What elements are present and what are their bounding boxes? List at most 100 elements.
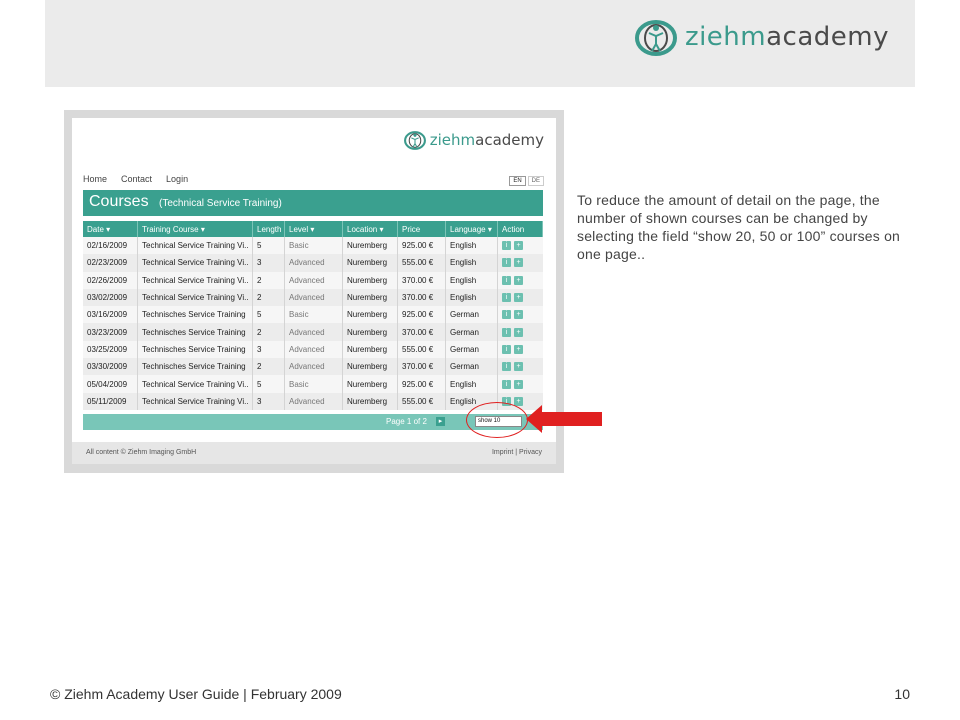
info-icon[interactable]: i xyxy=(502,275,511,285)
register-icon[interactable]: + xyxy=(514,379,523,389)
cell-language: English xyxy=(446,271,498,289)
cell-level: Advanced xyxy=(285,340,343,359)
cell-price: 925.00 € xyxy=(398,375,446,393)
cell-date: 05/11/2009 xyxy=(83,392,138,410)
cell-length: 3 xyxy=(253,340,285,359)
cell-course: Technical Service Training Vi.. xyxy=(138,288,253,307)
table-row[interactable]: 03/25/2009 Technisches Service Training 3 A… xyxy=(83,340,543,359)
lang-de-button[interactable]: DE xyxy=(527,176,544,186)
col-location-header[interactable]: Location ▾ xyxy=(343,221,398,237)
highlight-circle xyxy=(466,402,528,438)
nav-home-link[interactable]: Home xyxy=(83,174,107,184)
info-icon[interactable]: i xyxy=(502,362,511,372)
cell-course: Technical Service Training Vi.. xyxy=(138,375,253,393)
cell-level: Basic xyxy=(285,306,343,324)
ziehm-academy-logo: ziehmacademy xyxy=(633,14,889,60)
cell-price: 370.00 € xyxy=(398,358,446,376)
info-icon[interactable]: i xyxy=(502,293,511,303)
next-page-button[interactable]: ▸ xyxy=(436,417,445,426)
nav-login-link[interactable]: Login xyxy=(166,174,188,184)
table-row[interactable]: 03/30/2009 Technisches Service Training 2 A… xyxy=(83,358,543,376)
register-icon[interactable]: + xyxy=(514,275,523,285)
register-icon[interactable]: + xyxy=(514,293,523,303)
col-length-header: Length xyxy=(253,221,285,237)
cell-language: German xyxy=(446,323,498,341)
brand-word-academy: academy xyxy=(766,22,889,52)
cell-action: i + xyxy=(498,323,543,340)
col-course-header[interactable]: Training Course ▾ xyxy=(138,221,253,237)
info-icon[interactable]: i xyxy=(502,310,511,320)
page-number: 10 xyxy=(894,686,910,702)
register-icon[interactable]: + xyxy=(514,362,523,372)
cell-course: Technical Service Training Vi.. xyxy=(138,254,253,272)
app-footer: All content © Ziehm Imaging GmbH Imprint… xyxy=(72,442,556,464)
cell-action: i + xyxy=(498,341,543,358)
col-level-header[interactable]: Level ▾ xyxy=(285,221,343,237)
cell-action: i + xyxy=(498,272,543,289)
info-icon[interactable]: i xyxy=(502,379,511,389)
table-row[interactable]: 03/02/2009 Technical Service Training Vi.… xyxy=(83,288,543,307)
cell-date: 02/23/2009 xyxy=(83,254,138,272)
cell-course: Technisches Service Training xyxy=(138,323,253,341)
register-icon[interactable]: + xyxy=(514,344,523,354)
cell-date: 03/16/2009 xyxy=(83,306,138,324)
table-row[interactable]: 03/16/2009 Technisches Service Training 5 B… xyxy=(83,306,543,324)
page-indicator: Page 1 of 2 xyxy=(386,417,427,426)
lang-en-button[interactable]: EN xyxy=(509,176,526,186)
courses-title: Courses xyxy=(89,193,149,210)
red-arrow-icon xyxy=(526,405,602,433)
cell-course: Technical Service Training Vi.. xyxy=(138,237,253,255)
cell-language: English xyxy=(446,288,498,307)
cell-length: 2 xyxy=(253,271,285,289)
register-icon[interactable]: + xyxy=(514,310,523,320)
col-language-header[interactable]: Language ▾ xyxy=(446,221,498,237)
language-switcher: EN DE xyxy=(509,176,544,186)
cell-language: German xyxy=(446,306,498,324)
register-icon[interactable]: + xyxy=(514,396,523,406)
table-row[interactable]: 05/04/2009 Technical Service Training Vi.… xyxy=(83,375,543,393)
cell-date: 02/26/2009 xyxy=(83,271,138,289)
nav-contact-link[interactable]: Contact xyxy=(121,174,152,184)
explanation-text: To reduce the amount of detail on the pa… xyxy=(577,192,901,262)
footer-links[interactable]: Imprint | Privacy xyxy=(492,449,542,456)
cell-action: i + xyxy=(498,254,543,271)
app-logo-word-academy: academy xyxy=(475,131,544,149)
cell-date: 03/23/2009 xyxy=(83,323,138,341)
cell-location: Nuremberg xyxy=(343,358,398,376)
info-icon[interactable]: i xyxy=(502,327,511,337)
cell-price: 555.00 € xyxy=(398,340,446,359)
col-date-header[interactable]: Date ▾ xyxy=(83,221,138,237)
app-logo-word-ziehm: ziehm xyxy=(429,131,476,149)
cell-price: 555.00 € xyxy=(398,392,446,410)
cell-action: i + xyxy=(498,289,543,306)
cell-action: i + xyxy=(498,375,543,392)
app-logo[interactable]: ziehmacademy xyxy=(403,128,544,152)
table-row[interactable]: 02/16/2009 Technical Service Training Vi.… xyxy=(83,237,543,255)
cell-price: 370.00 € xyxy=(398,323,446,341)
info-icon[interactable]: i xyxy=(502,344,511,354)
register-icon[interactable]: + xyxy=(514,258,523,268)
cell-location: Nuremberg xyxy=(343,375,398,393)
cell-level: Advanced xyxy=(285,392,343,410)
cell-length: 5 xyxy=(253,306,285,324)
ziehm-logo-icon xyxy=(403,131,426,150)
cell-location: Nuremberg xyxy=(343,288,398,307)
table-row[interactable]: 02/23/2009 Technical Service Training Vi.… xyxy=(83,254,543,272)
cell-date: 05/04/2009 xyxy=(83,375,138,393)
cell-price: 555.00 € xyxy=(398,254,446,272)
cell-location: Nuremberg xyxy=(343,392,398,410)
courses-subtitle: (Technical Service Training) xyxy=(159,198,282,209)
cell-level: Advanced xyxy=(285,254,343,272)
cell-location: Nuremberg xyxy=(343,237,398,255)
cell-language: German xyxy=(446,340,498,359)
table-row[interactable]: 03/23/2009 Technisches Service Training 2 A… xyxy=(83,323,543,341)
cell-level: Advanced xyxy=(285,358,343,376)
table-row[interactable]: 02/26/2009 Technical Service Training Vi.… xyxy=(83,271,543,289)
cell-date: 03/02/2009 xyxy=(83,288,138,307)
register-icon[interactable]: + xyxy=(514,327,523,337)
info-icon[interactable]: i xyxy=(502,258,511,268)
register-icon[interactable]: + xyxy=(514,241,523,251)
cell-level: Basic xyxy=(285,237,343,255)
slide-footer: © Ziehm Academy User Guide | February 20… xyxy=(50,686,342,702)
info-icon[interactable]: i xyxy=(502,241,511,251)
